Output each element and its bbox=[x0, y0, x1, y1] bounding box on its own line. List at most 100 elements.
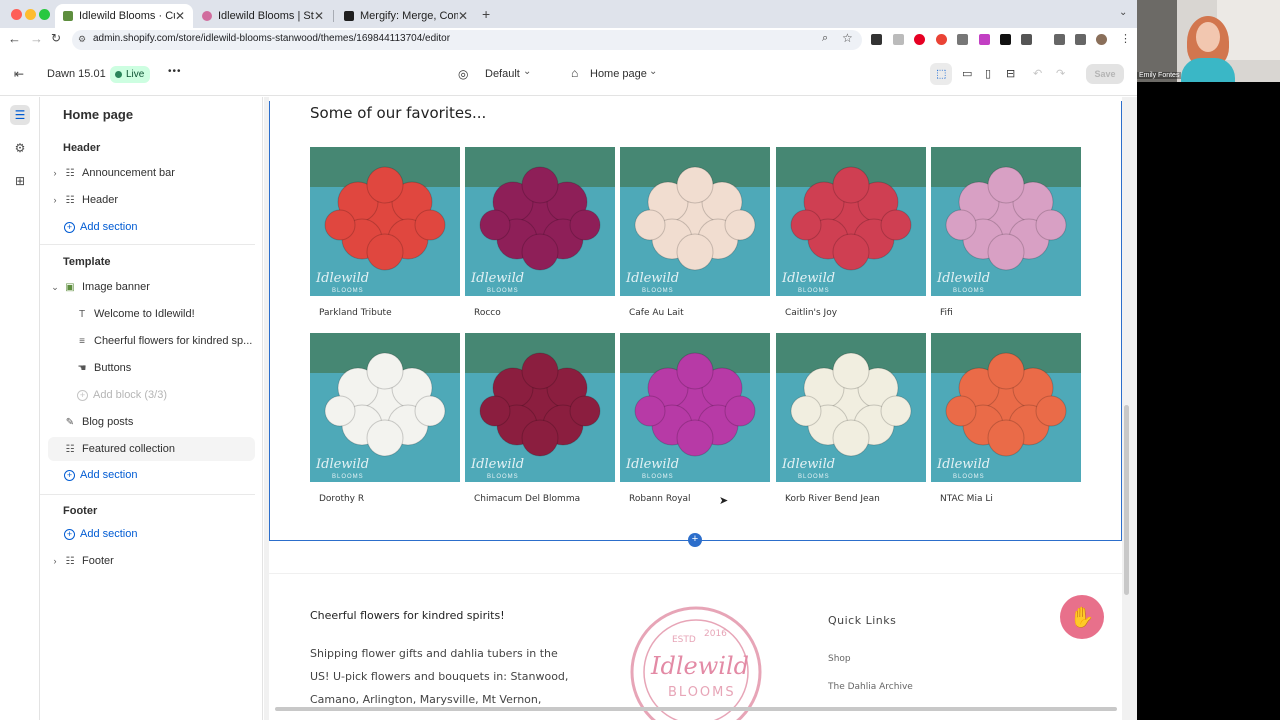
product-card[interactable]: Idlewild BLOOMS NTAC Mia Li bbox=[931, 333, 1081, 504]
pinterest-extension-icon[interactable] bbox=[914, 34, 925, 45]
cast-icon[interactable] bbox=[1054, 34, 1065, 45]
product-card[interactable]: Idlewild BLOOMS Caitlin's Joy bbox=[776, 147, 926, 318]
add-section-template-button[interactable]: + Add section bbox=[64, 463, 271, 487]
product-name[interactable]: Parkland Tribute bbox=[310, 308, 460, 318]
browser-tab-store[interactable]: Idlewild Blooms | Stanwood F ✕ bbox=[194, 4, 332, 28]
product-name[interactable]: Caitlin's Joy bbox=[776, 308, 926, 318]
more-actions-button[interactable]: ••• bbox=[168, 66, 182, 77]
product-name[interactable]: Korb River Bend Jean bbox=[776, 494, 926, 504]
close-tab-icon[interactable]: ✕ bbox=[458, 9, 468, 23]
section-footer[interactable]: › ☷ Footer bbox=[48, 549, 255, 573]
sections-icon[interactable]: ☰ bbox=[10, 105, 30, 125]
section-image-banner[interactable]: ⌄ ▣ Image banner bbox=[48, 275, 255, 299]
browser-tab-mergify[interactable]: Mergify: Merge, Combine Ord ✕ bbox=[336, 4, 476, 28]
block-buttons[interactable]: ☚ Buttons bbox=[74, 356, 255, 380]
product-image[interactable]: Idlewild BLOOMS bbox=[465, 147, 615, 296]
tab-search-chevron-icon[interactable]: ⌄ bbox=[1119, 7, 1127, 18]
extension-icon-2[interactable] bbox=[893, 34, 904, 45]
section-featured-collection[interactable]: ☷ Featured collection bbox=[48, 437, 255, 461]
template-selector[interactable]: Default bbox=[485, 68, 520, 80]
fullscreen-view-icon[interactable]: ⊟ bbox=[1006, 67, 1015, 80]
desktop-view-icon[interactable]: ▭ bbox=[962, 67, 972, 80]
footer-link-dahlia-archive[interactable]: The Dahlia Archive bbox=[828, 682, 913, 692]
product-name[interactable]: Cafe Au Lait bbox=[620, 308, 770, 318]
undo-icon[interactable]: ↶ bbox=[1033, 67, 1042, 80]
save-button[interactable]: Save bbox=[1086, 64, 1124, 84]
product-image[interactable]: Idlewild BLOOMS bbox=[465, 333, 615, 482]
section-announcement-bar[interactable]: › ☷ Announcement bar bbox=[48, 161, 255, 185]
seal-estd-text: ESTD bbox=[672, 635, 696, 645]
extension-icon-3[interactable] bbox=[979, 34, 990, 45]
block-text[interactable]: ≡ Cheerful flowers for kindred sp... bbox=[74, 329, 255, 353]
chevron-right-icon[interactable]: › bbox=[48, 556, 62, 566]
product-name[interactable]: NTAC Mia Li bbox=[931, 494, 1081, 504]
product-card[interactable]: Idlewild BLOOMS Cafe Au Lait bbox=[620, 147, 770, 318]
site-info-icon[interactable]: ⚙ bbox=[78, 34, 86, 45]
page-selector[interactable]: Home page bbox=[590, 68, 647, 80]
product-card[interactable]: Idlewild BLOOMS Korb River Bend Jean bbox=[776, 333, 926, 504]
browser-menu-icon[interactable]: ⋮ bbox=[1120, 32, 1131, 45]
product-image[interactable]: Idlewild BLOOMS bbox=[620, 333, 770, 482]
back-icon[interactable]: ← bbox=[8, 31, 21, 46]
add-section-header-button[interactable]: + Add section bbox=[64, 215, 271, 239]
product-image[interactable]: Idlewild BLOOMS bbox=[310, 333, 460, 482]
product-name[interactable]: Dorothy R bbox=[310, 494, 460, 504]
mobile-view-icon[interactable]: ▯ bbox=[985, 67, 991, 80]
section-header[interactable]: › ☷ Header bbox=[48, 188, 255, 212]
product-image[interactable]: Idlewild BLOOMS bbox=[931, 333, 1081, 482]
section-blog-posts[interactable]: ✎ Blog posts bbox=[48, 410, 255, 434]
product-image[interactable]: Idlewild BLOOMS bbox=[776, 333, 926, 482]
zoom-icon[interactable]: ⌕ bbox=[822, 32, 828, 45]
product-name[interactable]: Fifi bbox=[931, 308, 1081, 318]
url-text[interactable]: admin.shopify.com/store/idlewild-blooms-… bbox=[93, 33, 450, 44]
close-tab-icon[interactable]: ✕ bbox=[175, 9, 185, 23]
redo-icon[interactable]: ↷ bbox=[1056, 67, 1065, 80]
extension-icon-1[interactable] bbox=[871, 34, 882, 45]
profile-avatar[interactable] bbox=[1096, 34, 1107, 45]
minimize-window-icon[interactable] bbox=[25, 9, 36, 20]
browser-tab-customize[interactable]: Idlewild Blooms · Customize D ✕ bbox=[55, 4, 193, 28]
chrome-extension-icon[interactable] bbox=[936, 34, 947, 45]
product-card[interactable]: Idlewild BLOOMS Parkland Tribute bbox=[310, 147, 460, 318]
extensions-puzzle-icon[interactable] bbox=[1021, 34, 1032, 45]
block-heading[interactable]: T Welcome to Idlewild! bbox=[74, 302, 255, 326]
footer-link-shop[interactable]: Shop bbox=[828, 654, 851, 664]
product-image[interactable]: Idlewild BLOOMS bbox=[310, 147, 460, 296]
app-embeds-icon[interactable]: ⊞ bbox=[10, 171, 30, 191]
preview-vertical-scrollbar[interactable] bbox=[1124, 405, 1129, 595]
camera-extension-icon[interactable] bbox=[957, 34, 968, 45]
extension-icon-4[interactable] bbox=[1000, 34, 1011, 45]
zoom-window-icon[interactable] bbox=[39, 9, 50, 20]
chevron-down-icon[interactable]: ⌄ bbox=[649, 66, 657, 77]
product-image[interactable]: Idlewild BLOOMS bbox=[931, 147, 1081, 296]
bookmark-star-icon[interactable]: ☆ bbox=[842, 31, 853, 45]
product-card[interactable]: Idlewild BLOOMS Fifi bbox=[931, 147, 1081, 318]
preview-horizontal-scrollbar[interactable] bbox=[275, 707, 1117, 711]
media-icon[interactable] bbox=[1075, 34, 1086, 45]
insert-section-plus-icon[interactable]: + bbox=[688, 533, 702, 547]
add-section-footer-button[interactable]: + Add section bbox=[64, 522, 271, 546]
close-tab-icon[interactable]: ✕ bbox=[314, 9, 324, 23]
product-image[interactable]: Idlewild BLOOMS bbox=[620, 147, 770, 296]
chevron-down-icon[interactable]: ⌄ bbox=[523, 66, 531, 77]
product-card[interactable]: Idlewild BLOOMS Robann Royal bbox=[620, 333, 770, 504]
reload-icon[interactable]: ↻ bbox=[51, 31, 61, 45]
chevron-right-icon[interactable]: › bbox=[48, 195, 62, 205]
chevron-down-icon[interactable]: ⌄ bbox=[48, 282, 62, 293]
chevron-right-icon[interactable]: › bbox=[48, 168, 62, 178]
add-block-button[interactable]: + Add block (3/3) bbox=[74, 383, 255, 407]
product-image[interactable]: Idlewild BLOOMS bbox=[776, 147, 926, 296]
forward-icon[interactable]: → bbox=[30, 31, 43, 46]
product-card[interactable]: Idlewild BLOOMS Rocco bbox=[465, 147, 615, 318]
theme-settings-icon[interactable]: ⚙ bbox=[10, 138, 30, 158]
product-card[interactable]: Idlewild BLOOMS Chimacum Del Blomma bbox=[465, 333, 615, 504]
chat-wave-button[interactable]: ✋ bbox=[1060, 595, 1104, 639]
product-name[interactable]: Rocco bbox=[465, 308, 615, 318]
product-name[interactable]: Robann Royal bbox=[620, 494, 770, 504]
product-card[interactable]: Idlewild BLOOMS Dorothy R bbox=[310, 333, 460, 504]
exit-editor-icon[interactable]: ⇤ bbox=[14, 67, 24, 81]
mergify-favicon-icon bbox=[344, 11, 354, 21]
close-window-icon[interactable] bbox=[11, 9, 22, 20]
new-tab-icon[interactable]: + bbox=[482, 6, 490, 22]
product-name[interactable]: Chimacum Del Blomma bbox=[465, 494, 615, 504]
